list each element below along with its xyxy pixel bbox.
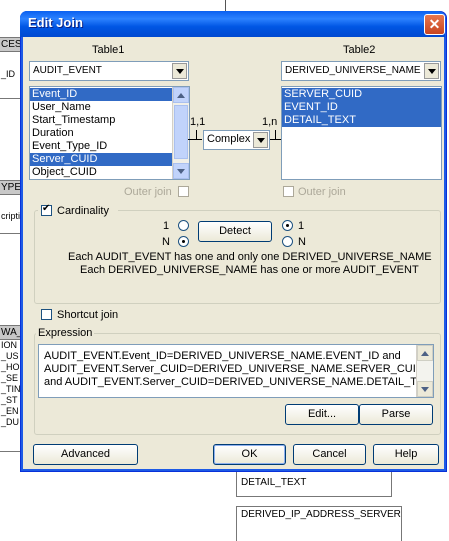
scroll-down-icon[interactable]	[417, 381, 433, 397]
list-item[interactable]: Duration	[30, 127, 189, 140]
table1-dropdown[interactable]: AUDIT_EVENT	[29, 61, 189, 81]
background-table-header: WA_	[0, 326, 22, 340]
right-radio-many[interactable]	[282, 236, 293, 247]
list-item[interactable]: Event_ID	[30, 88, 189, 101]
expression-line: AUDIT_EVENT.Event_ID=DERIVED_UNIVERSE_NA…	[44, 350, 401, 362]
list-item[interactable]: User_Name	[30, 101, 189, 114]
dialog-titlebar[interactable]	[20, 11, 445, 37]
background-table-access: CESS _ID	[0, 37, 22, 99]
outer-join-right-label: Outer join	[298, 186, 346, 198]
background-column-detail-text: DETAIL_TEXT	[236, 470, 392, 497]
background-table-header: YPE	[0, 181, 22, 195]
close-button[interactable]: ✕	[424, 14, 445, 35]
right-radio-many-label: N	[298, 236, 306, 248]
chevron-down-icon[interactable]	[172, 63, 187, 79]
background-table-row: cripti	[1, 211, 21, 221]
advanced-button[interactable]: Advanced	[33, 444, 138, 465]
cardinality-description-1: Each AUDIT_EVENT has one and only one DE…	[68, 251, 432, 263]
scroll-down-icon[interactable]	[173, 163, 189, 179]
right-radio-one[interactable]	[282, 220, 293, 231]
background-table-wa: WA_ ION _US _HO _SE _TIN _ST _EN _DU	[0, 325, 22, 452]
background-table-derived-ip: DERIVED_IP_ADDRESS_SERVER	[236, 506, 402, 541]
background-table-row: ION	[1, 340, 18, 350]
expression-text: AUDIT_EVENT.Event_ID=DERIVED_UNIVERSE_NA…	[44, 350, 434, 389]
shortcut-join-label: Shortcut join	[57, 309, 119, 321]
edit-expression-button[interactable]: Edit...	[285, 404, 359, 425]
chevron-down-icon[interactable]	[424, 63, 439, 79]
table2-dropdown[interactable]: DERIVED_UNIVERSE_NAME	[281, 61, 441, 81]
left-cardinality-label: 1,1	[190, 116, 206, 128]
cardinality-checkbox[interactable]	[41, 203, 52, 216]
expression-line: and AUDIT_EVENT.Server_CUID=DERIVED_UNIV…	[44, 376, 434, 388]
outer-join-left-label: Outer join	[124, 186, 172, 198]
left-radio-one[interactable]	[178, 220, 189, 231]
expression-label: Expression	[38, 327, 93, 339]
table2-column-list[interactable]: SERVER_CUID EVENT_ID DETAIL_TEXT	[281, 86, 442, 180]
table1-label: Table1	[92, 44, 125, 56]
scroll-up-icon[interactable]	[417, 345, 433, 361]
list-item[interactable]: DETAIL_TEXT	[282, 114, 441, 127]
background-table-title: DERIVED_IP_ADDRESS_SERVER	[241, 509, 401, 520]
list-item[interactable]: Event_Type_ID	[30, 140, 189, 153]
cardinality-description-2: Each DERIVED_UNIVERSE_NAME has one or mo…	[80, 264, 419, 276]
background-table-row: _DU	[1, 417, 20, 427]
shortcut-join-checkbox[interactable]	[41, 309, 52, 320]
expression-scrollbar[interactable]	[416, 345, 433, 397]
background-divider-line	[225, 0, 226, 11]
join-line-right-tick	[275, 130, 276, 140]
right-radio-one-label: 1	[298, 220, 305, 232]
expression-line: AUDIT_EVENT.Server_CUID=DERIVED_UNIVERSE…	[44, 363, 424, 375]
join-line-left-tick	[196, 130, 197, 140]
outer-join-left-checkbox[interactable]	[178, 186, 189, 197]
dialog-title: Edit Join	[28, 15, 83, 30]
scroll-up-icon[interactable]	[173, 87, 189, 103]
background-table-row: _US	[1, 351, 19, 361]
list-item[interactable]: SERVER_CUID	[282, 88, 441, 101]
table2-label: Table2	[343, 44, 376, 56]
list-item[interactable]: Server_CUID	[30, 153, 189, 166]
join-line-left	[188, 139, 202, 140]
scroll-thumb[interactable]	[174, 105, 188, 159]
outer-join-right-checkbox[interactable]	[283, 186, 294, 197]
help-button[interactable]: Help	[373, 444, 439, 465]
expression-text-area[interactable]: AUDIT_EVENT.Event_ID=DERIVED_UNIVERSE_NA…	[38, 344, 434, 398]
chevron-down-icon[interactable]	[253, 132, 268, 148]
background-table-row: _HO	[1, 362, 20, 372]
table1-scrollbar[interactable]	[172, 87, 189, 179]
join-operator-dropdown[interactable]: Complex	[203, 130, 270, 150]
list-item[interactable]: Start_Timestamp	[30, 114, 189, 127]
join-operator-value: Complex	[207, 133, 251, 145]
cancel-button[interactable]: Cancel	[293, 444, 366, 465]
close-icon: ✕	[428, 16, 441, 32]
left-radio-one-label: 1	[163, 220, 170, 232]
left-radio-many[interactable]	[178, 236, 189, 247]
ok-button[interactable]: OK	[213, 444, 286, 465]
table1-dropdown-value: AUDIT_EVENT	[33, 65, 102, 76]
list-item[interactable]: EVENT_ID	[282, 101, 441, 114]
parse-button[interactable]: Parse	[359, 404, 433, 425]
table2-dropdown-value: DERIVED_UNIVERSE_NAME	[285, 65, 421, 76]
background-table-type: YPE cripti	[0, 180, 22, 234]
background-column-text: DETAIL_TEXT	[241, 477, 307, 488]
list-item[interactable]: Object_CUID	[30, 166, 189, 179]
background-table-row: _SE	[1, 373, 19, 383]
background-table-row: _TIN	[1, 384, 21, 394]
detect-button[interactable]: Detect	[198, 221, 272, 242]
table1-column-list[interactable]: Event_ID User_Name Start_Timestamp Durat…	[29, 86, 190, 180]
cardinality-label: Cardinality	[57, 205, 109, 217]
background-table-row: _ID	[1, 69, 16, 79]
right-cardinality-label: 1,n	[262, 116, 278, 128]
background-table-header: CESS	[0, 38, 22, 52]
background-table-row: _EN	[1, 406, 19, 416]
left-radio-many-label: N	[162, 236, 170, 248]
background-table-row: _ST	[1, 395, 18, 405]
